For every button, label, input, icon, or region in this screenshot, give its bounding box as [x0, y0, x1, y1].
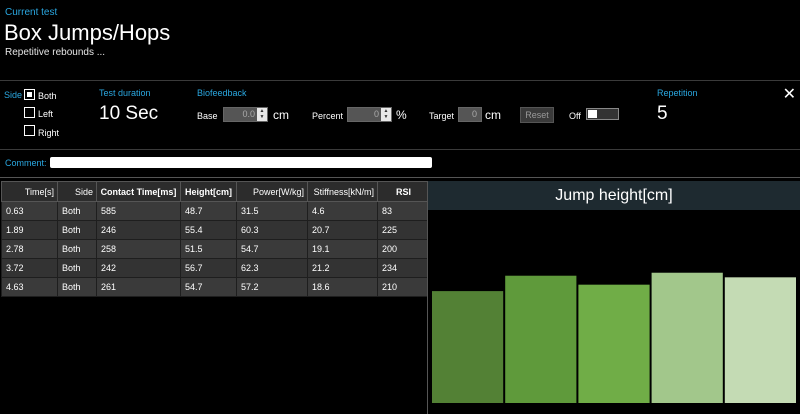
close-icon[interactable]: ✕ [783, 84, 796, 104]
table-cell: 4.6 [307, 201, 378, 221]
test-duration-value[interactable]: 10 Sec [99, 103, 158, 125]
col-header-side[interactable]: Side [57, 181, 97, 202]
table-header-row: Time[s] Side Contact Time[ms] Height[cm]… [1, 181, 430, 202]
table-cell: 234 [377, 258, 430, 278]
base-label: Base [197, 111, 218, 121]
current-test-label: Current test [5, 7, 58, 18]
side-right-label: Right [38, 128, 60, 138]
table-cell: 1.89 [1, 220, 58, 240]
chart-title: Jump height[cm] [555, 187, 673, 204]
table-cell: 54.7 [180, 277, 237, 297]
bar-0.63 [432, 291, 504, 403]
table-cell: 54.7 [236, 239, 308, 259]
table-cell: 60.3 [236, 220, 308, 240]
table-cell: 56.7 [180, 258, 237, 278]
bar-2.78 [578, 284, 650, 403]
biofeedback-label: Biofeedback [197, 88, 247, 98]
percent-stepper[interactable]: 0 ▲ ▼ [347, 107, 392, 122]
table-cell: 3.72 [1, 258, 58, 278]
table-cell: 51.5 [180, 239, 237, 259]
repetition-label: Repetition [657, 88, 698, 98]
side-label: Side [4, 90, 23, 100]
base-stepper-arrows[interactable]: ▲ ▼ [257, 108, 267, 121]
table-cell: 261 [96, 277, 181, 297]
table-cell: Both [57, 258, 97, 278]
table-row[interactable]: 3.72 Both 242 56.7 62.3 21.2 234 [1, 258, 430, 278]
down-arrow-icon[interactable]: ▼ [257, 114, 267, 120]
test-duration-label: Test duration [99, 88, 151, 98]
table-cell: Both [57, 239, 97, 259]
table-cell: 2.78 [1, 239, 58, 259]
table-cell: 83 [377, 201, 430, 221]
divider [0, 149, 800, 150]
table-cell: 48.7 [180, 201, 237, 221]
table-cell: 55.4 [180, 220, 237, 240]
jump-height-chart-svg [432, 272, 796, 403]
col-header-contact-time[interactable]: Contact Time[ms] [96, 181, 181, 202]
results-table: Time[s] Side Contact Time[ms] Height[cm]… [1, 181, 430, 297]
table-cell: 18.6 [307, 277, 378, 297]
side-both-checkbox[interactable] [24, 89, 35, 100]
table-cell: 21.2 [307, 258, 378, 278]
table-cell: 0.63 [1, 201, 58, 221]
table-row[interactable]: 2.78 Both 258 51.5 54.7 19.1 200 [1, 239, 430, 259]
test-subtitle[interactable]: Repetitive rebounds ... [5, 47, 105, 58]
chart-header: Jump height[cm] [428, 181, 800, 210]
biofeedback-toggle[interactable] [586, 108, 619, 120]
bar-3.72 [651, 272, 723, 403]
table-row[interactable]: 0.63 Both 585 48.7 31.5 4.6 83 [1, 201, 430, 221]
percent-label: Percent [312, 111, 344, 121]
divider [0, 177, 800, 178]
table-cell: 57.2 [236, 277, 308, 297]
side-left-label: Left [38, 109, 54, 119]
table-cell: 258 [96, 239, 181, 259]
table-row[interactable]: 1.89 Both 246 55.4 60.3 20.7 225 [1, 220, 430, 240]
reset-button[interactable]: Reset [520, 107, 554, 123]
table-cell: Both [57, 201, 97, 221]
biofeedback-toggle-label: Off [569, 111, 581, 121]
toggle-knob [588, 110, 597, 118]
side-both-label: Both [38, 91, 57, 101]
col-header-stiffness[interactable]: Stiffness[kN/m] [307, 181, 378, 202]
target-value: 0 [471, 109, 477, 119]
col-header-time[interactable]: Time[s] [1, 181, 58, 202]
table-cell: 225 [377, 220, 430, 240]
col-header-power[interactable]: Power[W/kg] [236, 181, 308, 202]
target-unit: cm [485, 108, 501, 122]
table-cell: 4.63 [1, 277, 58, 297]
test-title: Box Jumps/Hops [4, 20, 171, 45]
percent-stepper-arrows[interactable]: ▲ ▼ [381, 108, 391, 121]
table-cell: 246 [96, 220, 181, 240]
target-input[interactable]: 0 [458, 107, 482, 122]
base-unit: cm [273, 108, 289, 122]
percent-value: 0 [373, 109, 379, 119]
table-cell: Both [57, 220, 97, 240]
table-cell: 20.7 [307, 220, 378, 240]
col-header-height[interactable]: Height[cm] [180, 181, 237, 202]
table-cell: 585 [96, 201, 181, 221]
table-row[interactable]: 4.63 Both 261 54.7 57.2 18.6 210 [1, 277, 430, 297]
target-label: Target [429, 111, 455, 121]
bar-4.63 [724, 277, 796, 403]
table-cell: 242 [96, 258, 181, 278]
table-cell: 31.5 [236, 201, 308, 221]
percent-unit: % [396, 108, 407, 122]
col-header-rsi[interactable]: RSI [377, 181, 430, 202]
down-arrow-icon[interactable]: ▼ [381, 114, 391, 120]
table-cell: 19.1 [307, 239, 378, 259]
divider [0, 80, 800, 81]
base-value: 0.0 [242, 109, 255, 119]
table-cell: 62.3 [236, 258, 308, 278]
bar-1.89 [505, 275, 577, 403]
comment-input[interactable] [50, 157, 432, 168]
comment-label: Comment: [5, 158, 47, 168]
side-left-checkbox[interactable] [24, 107, 35, 118]
base-stepper[interactable]: 0.0 ▲ ▼ [223, 107, 268, 122]
table-cell: 210 [377, 277, 430, 297]
side-right-checkbox[interactable] [24, 125, 35, 136]
jump-height-chart [428, 210, 800, 414]
repetition-value: 5 [657, 103, 668, 124]
table-cell: Both [57, 277, 97, 297]
table-cell: 200 [377, 239, 430, 259]
